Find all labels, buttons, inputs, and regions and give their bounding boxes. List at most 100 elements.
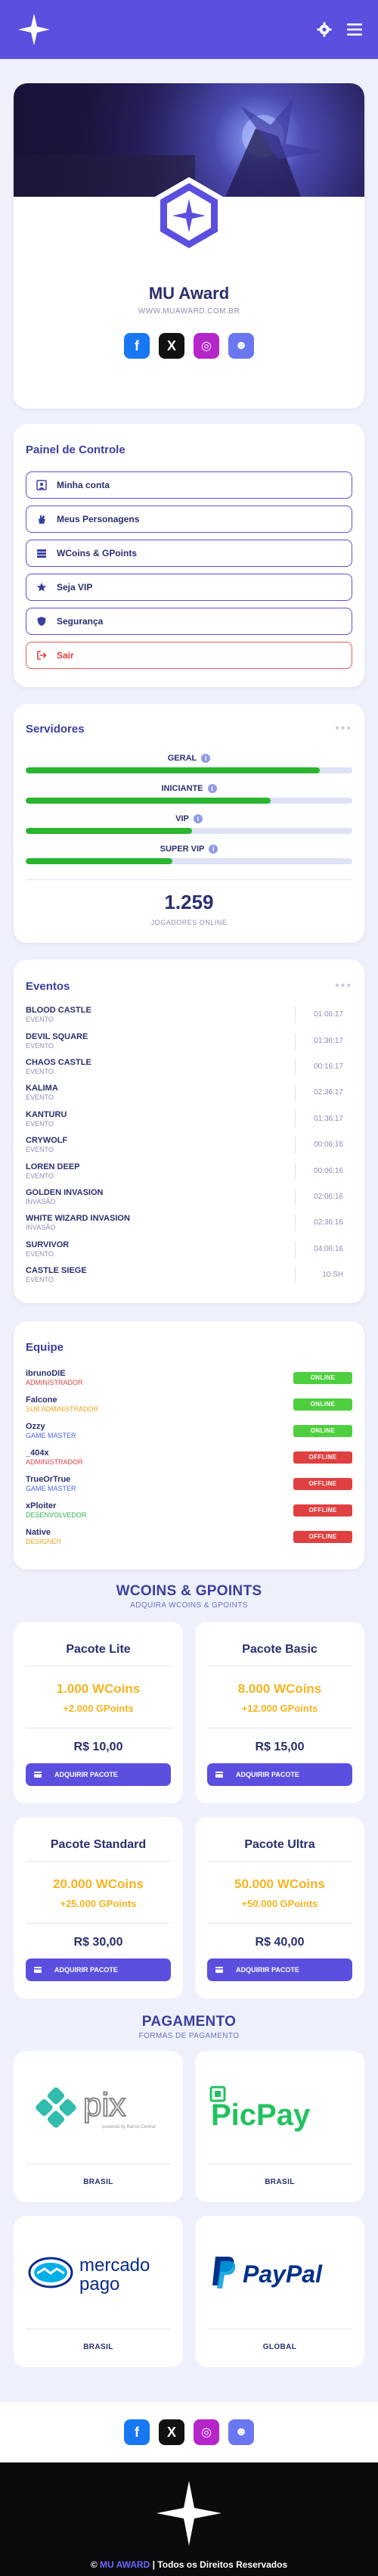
gear-icon[interactable] <box>316 21 333 38</box>
footer-social-bar: f X ◎ ☻ <box>0 2402 378 2463</box>
info-icon[interactable]: i <box>193 814 203 823</box>
event-countdown: 00:06:16 <box>295 1162 352 1180</box>
cart-icon <box>33 1770 42 1779</box>
payment-country: BRASIL <box>83 2343 113 2352</box>
event-countdown: 01:06:17 <box>295 1006 352 1024</box>
event-name: BLOOD CASTLE <box>26 1006 91 1016</box>
x-icon[interactable]: X <box>159 2419 184 2446</box>
event-type: EVENTO <box>26 1249 54 1258</box>
team-member-row: _404x ADMINISTRADOR OFFLINE <box>26 1444 352 1470</box>
package-price: R$ 10,00 <box>73 1741 123 1754</box>
coins-icon <box>36 547 48 559</box>
event-row: WHITE WIZARD INVASION INVASÃO 02:36:16 <box>26 1210 352 1236</box>
site-url[interactable]: WWW.MUAWARD.COM.BR <box>14 307 364 316</box>
package-card: Pacote Basic 8.000 WCoins +12.000 GPoint… <box>195 1622 364 1804</box>
member-name[interactable]: Falcone <box>26 1395 98 1405</box>
event-countdown: 02:06:16 <box>295 1188 352 1206</box>
packages-title: WCOINS & GPOINTS <box>116 1583 262 1600</box>
package-price: R$ 15,00 <box>255 1741 305 1754</box>
server-name: SUPER VIP <box>160 845 205 854</box>
menu-label: Minha conta <box>57 480 110 490</box>
menu-wcoins-gpoints[interactable]: WCoins & GPoints <box>26 540 352 567</box>
menu-logout[interactable]: Sair <box>26 642 352 669</box>
payment-card-pix[interactable]: pix powered by Banco Central BRASIL <box>14 2051 183 2203</box>
online-count: 1.259 <box>164 891 214 913</box>
facebook-icon[interactable]: f <box>124 2419 150 2446</box>
packages-row: Pacote Standard 20.000 WCoins +25.000 GP… <box>14 1817 364 1999</box>
menu-my-characters[interactable]: Meus Personagens <box>26 506 352 533</box>
package-wcoins: 8.000 WCoins <box>237 1682 322 1697</box>
package-name: Pacote Standard <box>26 1838 171 1862</box>
footer-brand[interactable]: MU AWARD <box>100 2559 150 2570</box>
servers-card: Servidores ••• GERAL i INICIANTE i VIP i SU… <box>14 704 364 943</box>
payment-card-mercadopago[interactable]: mercado pago BRASIL <box>14 2216 183 2368</box>
buy-package-button[interactable]: ADQUIRIR PACOTE <box>207 1763 352 1787</box>
team-member-row: xPloiter DESENVOLVEDOR OFFLINE <box>26 1497 352 1523</box>
event-type: EVENTO <box>26 1171 54 1180</box>
member-name[interactable]: Native <box>26 1528 61 1538</box>
event-name: LOREN DEEP <box>26 1162 80 1171</box>
menu-security[interactable]: Segurança <box>26 608 352 635</box>
discord-icon[interactable]: ☻ <box>228 2419 254 2446</box>
event-name: CASTLE SIEGE <box>26 1266 87 1276</box>
menu-my-account[interactable]: Minha conta <box>26 471 352 499</box>
hamburger-icon[interactable] <box>346 21 363 38</box>
payment-country: GLOBAL <box>262 2343 297 2352</box>
info-icon[interactable]: i <box>209 845 218 854</box>
status-badge: OFFLINE <box>293 1477 352 1490</box>
cart-icon <box>33 1965 42 1974</box>
discord-icon[interactable]: ☻ <box>228 333 254 359</box>
payment-card-picpay[interactable]: PicPay BRASIL <box>195 2051 364 2203</box>
member-name[interactable]: TrueOrTrue <box>26 1475 76 1485</box>
info-icon[interactable]: i <box>207 784 217 793</box>
event-type: EVENTO <box>26 1016 54 1024</box>
event-row: BLOOD CASTLE EVENTO 01:06:17 <box>26 1002 352 1028</box>
event-type: EVENTO <box>26 1067 54 1075</box>
member-name[interactable]: _404x <box>26 1448 83 1458</box>
status-badge: ONLINE <box>293 1424 352 1437</box>
event-row: GOLDEN INVASION INVASÃO 02:06:16 <box>26 1184 352 1210</box>
user-icon <box>36 479 48 491</box>
buy-package-button[interactable]: ADQUIRIR PACOTE <box>26 1958 171 1982</box>
instagram-icon[interactable]: ◎ <box>194 2419 219 2446</box>
payment-card-paypal[interactable]: PayPal GLOBAL <box>195 2216 364 2368</box>
payment-subtitle: FORMAS DE PAGAMENTO <box>138 2032 240 2041</box>
star-logo-icon[interactable] <box>15 11 53 48</box>
server-row: VIP i <box>26 814 352 834</box>
event-type: EVENTO <box>26 1276 54 1284</box>
server-name: GERAL <box>167 754 197 763</box>
member-name[interactable]: ibrunoDIE <box>26 1369 83 1379</box>
package-card: Pacote Standard 20.000 WCoins +25.000 GP… <box>14 1817 183 1999</box>
menu-label: Seja VIP <box>57 582 93 593</box>
buy-package-button[interactable]: ADQUIRIR PACOTE <box>207 1958 352 1982</box>
more-dots-icon[interactable]: ••• <box>335 979 352 993</box>
package-name: Pacote Lite <box>26 1643 171 1667</box>
x-icon[interactable]: X <box>159 333 184 359</box>
facebook-icon[interactable]: f <box>124 333 150 359</box>
picpay-logo-icon: PicPay <box>207 2051 352 2165</box>
member-role: ADMINISTRADOR <box>26 1458 83 1466</box>
event-name: KANTURU <box>26 1109 67 1119</box>
more-dots-icon[interactable]: ••• <box>335 722 352 736</box>
mercadopago-wordmark-1: mercado <box>79 2255 150 2276</box>
menu-be-vip[interactable]: Seja VIP <box>26 574 352 601</box>
package-price: R$ 30,00 <box>73 1936 123 1949</box>
package-wcoins: 50.000 WCoins <box>234 1877 325 1892</box>
member-name[interactable]: Ozzy <box>26 1422 76 1432</box>
event-type: EVENTO <box>26 1094 54 1102</box>
team-member-row: TrueOrTrue GAME MASTER OFFLINE <box>26 1470 352 1497</box>
event-row: CHAOS CASTLE EVENTO 00:16:17 <box>26 1054 352 1080</box>
buy-package-button[interactable]: ADQUIRIR PACOTE <box>26 1763 171 1787</box>
server-name: INICIANTE <box>161 784 203 793</box>
instagram-icon[interactable]: ◎ <box>194 333 219 359</box>
package-card: Pacote Lite 1.000 WCoins +2.000 GPoints … <box>14 1622 183 1804</box>
server-load-bar <box>26 798 352 804</box>
event-type: INVASÃO <box>26 1224 56 1232</box>
event-type: EVENTO <box>26 1146 54 1154</box>
pix-tagline: powered by Banco Central <box>102 2125 156 2130</box>
star-logo-icon <box>155 2479 223 2547</box>
team-card: Equipe ibrunoDIE ADMINISTRADOR ONLINE Falco… <box>14 1321 364 1570</box>
info-icon[interactable]: i <box>201 754 211 763</box>
member-name[interactable]: xPloiter <box>26 1501 86 1511</box>
cart-icon <box>215 1965 224 1974</box>
